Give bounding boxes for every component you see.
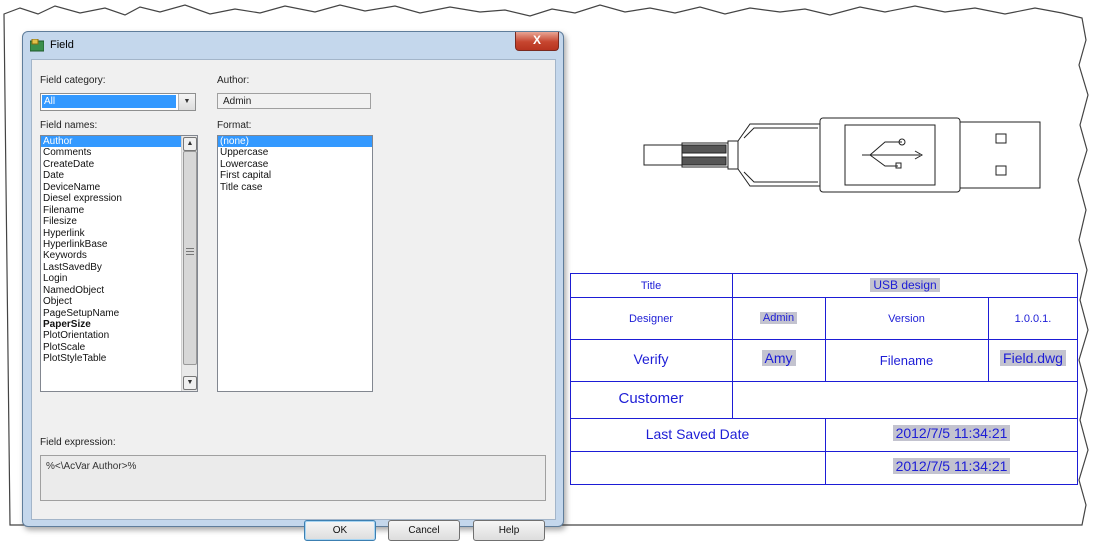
field-name-item[interactable]: Keywords [41, 250, 197, 261]
version-value: 1.0.0.1. [1014, 313, 1052, 325]
format-item[interactable]: Title case [218, 182, 372, 193]
filename-value: Field.dwg [1000, 350, 1066, 366]
author-label: Author: [217, 75, 250, 86]
format-items: (none) Uppercase Lowercase First capital Tit… [218, 136, 372, 193]
format-listbox[interactable]: (none) Uppercase Lowercase First capital Tit… [217, 135, 373, 392]
field-name-item[interactable]: PlotOrientation [41, 330, 197, 341]
dialog-title: Field [50, 39, 74, 51]
title-block-table: Title USB design Designer Admin Version … [570, 273, 1078, 485]
customer-label: Customer [618, 390, 684, 407]
field-name-item[interactable]: Filesize [41, 216, 197, 227]
designer-label: Designer [628, 313, 674, 325]
field-app-icon [30, 39, 44, 52]
field-name-item[interactable]: Login [41, 273, 197, 284]
field-names-items: Author Comments CreateDate Date DeviceName Di… [41, 136, 197, 365]
field-name-item[interactable]: PaperSize [41, 319, 197, 330]
last-saved-value: 2012/7/5 11:34:21 [892, 425, 1011, 441]
scroll-thumb[interactable] [183, 151, 197, 365]
extra-date-value: 2012/7/5 11:34:21 [892, 458, 1011, 474]
field-expression-field[interactable]: %<\AcVar Author>% [40, 455, 546, 501]
chevron-down-icon[interactable]: ▼ [178, 94, 195, 110]
field-name-item[interactable]: HyperlinkBase [41, 239, 197, 250]
close-button[interactable]: X [515, 32, 559, 51]
field-name-item[interactable]: PageSetupName [41, 308, 197, 319]
field-name-item[interactable]: DeviceName [41, 182, 197, 193]
field-name-item[interactable]: Hyperlink [41, 228, 197, 239]
field-names-scrollbar[interactable]: ▲ ▼ [181, 136, 197, 391]
title-block-grid [570, 273, 1078, 485]
author-value-field[interactable]: Admin [217, 93, 371, 109]
title-value: USB design [870, 278, 940, 292]
format-item[interactable]: (none) [218, 136, 372, 148]
verify-label: Verify [633, 351, 669, 367]
format-label: Format: [217, 120, 252, 131]
cancel-button[interactable]: Cancel [388, 520, 460, 541]
field-name-item[interactable]: LastSavedBy [41, 262, 197, 273]
field-name-item[interactable]: Diesel expression [41, 193, 197, 204]
title-label: Title [640, 280, 662, 292]
field-name-item[interactable]: PlotScale [41, 342, 197, 353]
field-dialog: Field X Field category: All ▼ Author: Ad… [22, 31, 564, 541]
format-item[interactable]: First capital [218, 170, 372, 181]
field-names-label: Field names: [40, 120, 98, 131]
field-expression-label: Field expression: [40, 437, 116, 448]
format-item[interactable]: Lowercase [218, 159, 372, 170]
format-item[interactable]: Uppercase [218, 147, 372, 158]
field-category-label: Field category: [40, 75, 106, 86]
field-category-dropdown[interactable]: All ▼ [40, 93, 196, 111]
field-names-listbox[interactable]: Author Comments CreateDate Date DeviceName Di… [40, 135, 198, 392]
field-name-item[interactable]: Author [41, 136, 197, 148]
last-saved-label: Last Saved Date [645, 426, 750, 442]
field-name-item[interactable]: CreateDate [41, 159, 197, 170]
field-name-item[interactable]: NamedObject [41, 285, 197, 296]
filename-label: Filename [879, 353, 934, 368]
scroll-down-arrow-icon[interactable]: ▼ [183, 376, 197, 390]
scroll-up-arrow-icon[interactable]: ▲ [183, 137, 197, 151]
help-button[interactable]: Help [473, 520, 545, 541]
usb-connector-drawing [643, 117, 1041, 193]
dialog-client-area: Field category: All ▼ Author: Admin Fiel… [31, 59, 556, 541]
designer-value: Admin [759, 312, 798, 324]
field-name-item[interactable]: Date [41, 170, 197, 181]
field-name-item[interactable]: Object [41, 296, 197, 307]
field-name-item[interactable]: Comments [41, 147, 197, 158]
version-label: Version [888, 313, 925, 325]
ok-button[interactable]: OK [304, 520, 376, 541]
field-name-item[interactable]: Filename [41, 205, 197, 216]
field-category-value: All [42, 95, 176, 108]
field-name-item[interactable]: PlotStyleTable [41, 353, 197, 364]
dialog-titlebar[interactable]: Field X [23, 32, 563, 58]
verify-value: Amy [761, 350, 796, 366]
